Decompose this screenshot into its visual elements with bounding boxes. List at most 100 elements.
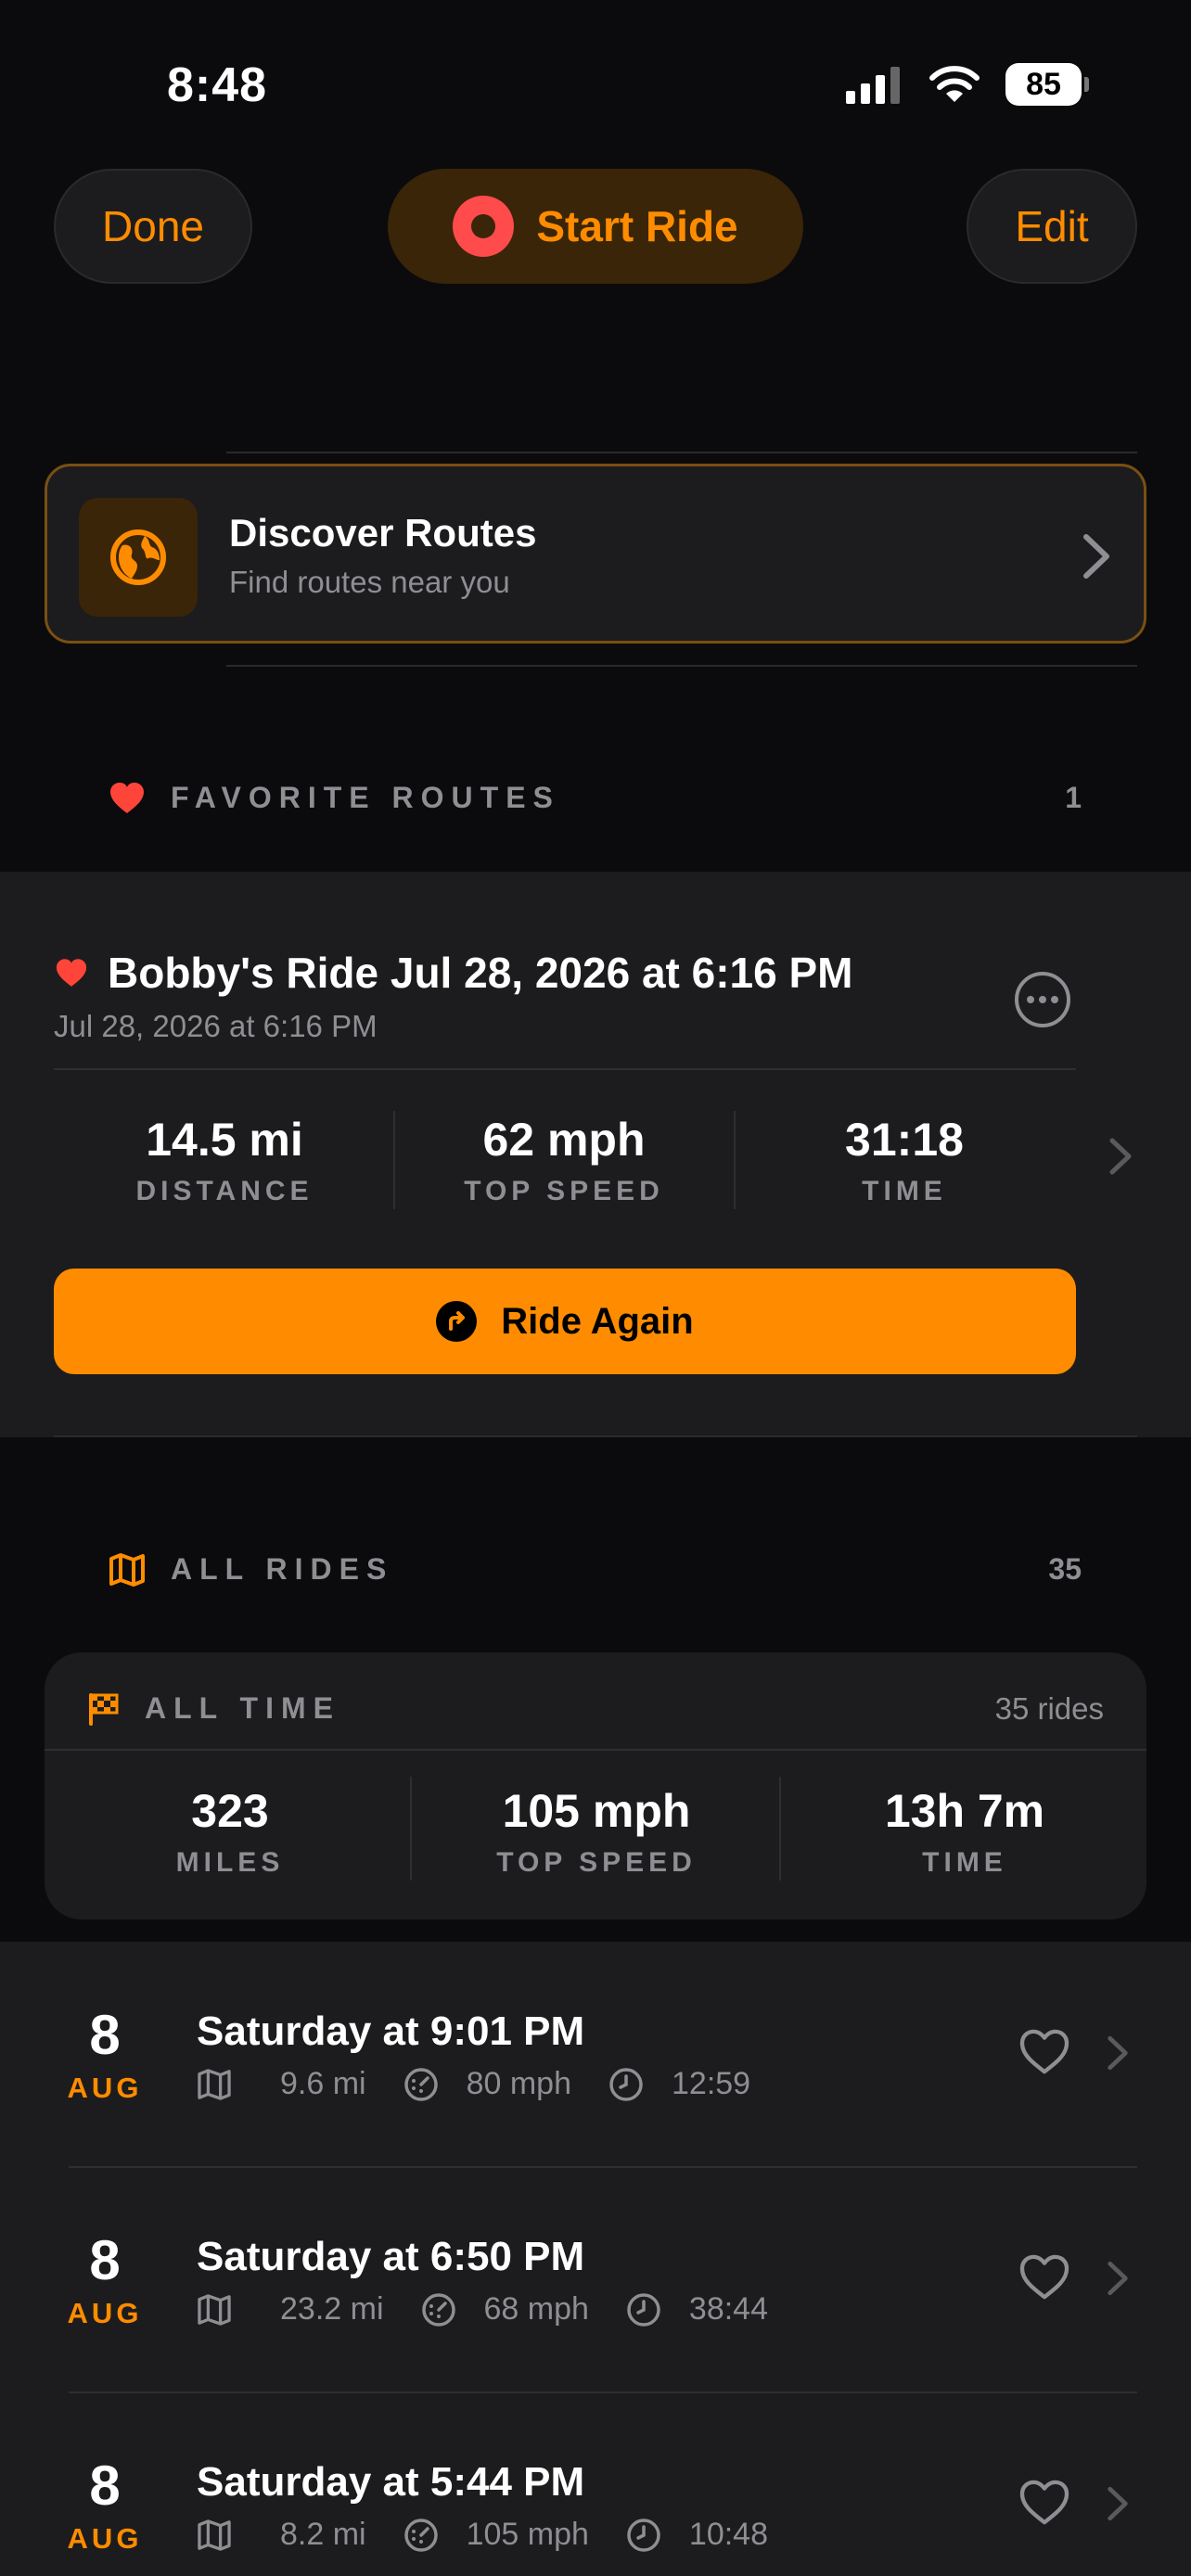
ride-distance: 8.2 mi xyxy=(280,2517,366,2552)
clock-icon xyxy=(609,2067,643,2101)
stat-value: 62 mph xyxy=(482,1114,646,1166)
discover-subtitle: Find routes near you xyxy=(229,565,510,599)
ride-speed: 80 mph xyxy=(466,2066,571,2101)
ride-time: 10:48 xyxy=(688,2517,769,2552)
clock-icon xyxy=(627,2518,660,2552)
ride-month: AUG xyxy=(67,2522,143,2555)
chevron-right-icon xyxy=(1108,2261,1128,2296)
stat-distance: 14.5 mi DISTANCE xyxy=(76,1113,373,1207)
ride-title: Saturday at 9:01 PM xyxy=(197,2009,585,2054)
ride-day: 8 xyxy=(89,2455,121,2517)
done-button[interactable]: Done xyxy=(54,169,252,284)
clock-icon xyxy=(627,2292,660,2327)
all-rides-label: ALL RIDES xyxy=(171,1552,394,1586)
stat-label: DISTANCE xyxy=(135,1176,314,1206)
divider xyxy=(54,1435,1137,1437)
stat-label: TIME xyxy=(862,1176,947,1206)
start-ride-button[interactable]: Start Ride xyxy=(388,169,803,284)
ride-month: AUG xyxy=(67,2072,143,2104)
ride-day: 8 xyxy=(89,2229,121,2291)
speedometer-icon xyxy=(421,2292,455,2327)
ride-again-label: Ride Again xyxy=(501,1300,694,1342)
map-icon xyxy=(198,2519,231,2551)
battery-icon: 85 xyxy=(1005,63,1089,106)
stat-miles: 323 MILES xyxy=(54,1784,406,1879)
stat-label: MILES xyxy=(175,1847,285,1878)
map-icon xyxy=(198,2068,231,2100)
divider xyxy=(54,1068,1076,1070)
favorite-route-title: Bobby's Ride Jul 28, 2026 at 6:16 PM xyxy=(108,949,853,997)
ride-meta: 9.6 mi 80 mph 12:59 xyxy=(197,2066,788,2102)
map-icon xyxy=(109,1552,145,1587)
ride-month: AUG xyxy=(67,2297,143,2329)
ride-title: Saturday at 6:50 PM xyxy=(197,2234,585,2279)
more-icon[interactable] xyxy=(1015,972,1070,1027)
discover-title: Discover Routes xyxy=(229,511,537,555)
stat-label: TOP SPEED xyxy=(496,1847,697,1878)
ride-again-icon xyxy=(436,1301,478,1342)
status-bar: 8:48 85 xyxy=(0,0,1191,167)
stat-time: 31:18 TIME xyxy=(756,1113,1053,1207)
chevron-right-icon[interactable] xyxy=(1108,1137,1133,1176)
ride-day: 8 xyxy=(89,2004,121,2066)
ride-time: 12:59 xyxy=(672,2066,751,2101)
ride-distance: 23.2 mi xyxy=(280,2291,384,2327)
heart-icon xyxy=(56,958,87,987)
ride-row[interactable]: 8 AUG Saturday at 9:01 PM 9.6 mi 80 mph … xyxy=(0,1942,1191,2166)
edit-button[interactable]: Edit xyxy=(967,169,1137,284)
favorite-routes-header: FAVORITE ROUTES xyxy=(109,781,560,815)
ride-speed: 105 mph xyxy=(466,2517,589,2552)
heart-outline-icon[interactable] xyxy=(1018,2480,1070,2526)
stat-value: 14.5 mi xyxy=(146,1114,303,1166)
stat-value: 105 mph xyxy=(502,1785,691,1837)
discover-routes-card[interactable]: Discover Routes Find routes near you xyxy=(45,464,1146,644)
ride-again-button[interactable]: Ride Again xyxy=(54,1269,1076,1374)
divider xyxy=(226,452,1137,453)
wifi-icon xyxy=(929,66,980,102)
start-ride-label: Start Ride xyxy=(536,202,738,250)
ride-meta: 8.2 mi 105 mph 10:48 xyxy=(197,2517,805,2553)
chevron-right-icon xyxy=(1083,534,1109,579)
all-time-card: ALL TIME 35 rides 323 MILES 105 mph TOP … xyxy=(45,1652,1146,1919)
ride-speed: 68 mph xyxy=(483,2291,589,2327)
stat-value: 31:18 xyxy=(845,1114,964,1166)
stat-top-speed: 62 mph TOP SPEED xyxy=(416,1113,712,1207)
all-time-ride-count: 35 rides xyxy=(994,1691,1104,1726)
heart-icon xyxy=(110,782,144,813)
speedometer-icon xyxy=(403,2518,438,2552)
ride-row[interactable]: 8 AUG Saturday at 5:44 PM 8.2 mi 105 mph… xyxy=(0,2392,1191,2576)
favorite-routes-label: FAVORITE ROUTES xyxy=(171,781,560,814)
stat-label: TIME xyxy=(922,1847,1007,1878)
all-rides-count: 35 xyxy=(1048,1552,1082,1586)
heart-outline-icon[interactable] xyxy=(1018,2029,1070,2075)
divider xyxy=(779,1777,781,1881)
map-icon xyxy=(198,2293,231,2326)
signal-icon xyxy=(846,67,900,104)
chevron-right-icon xyxy=(1108,2035,1128,2071)
divider xyxy=(393,1111,395,1209)
record-icon xyxy=(453,196,515,257)
favorite-route-title-row: Bobby's Ride Jul 28, 2026 at 6:16 PM xyxy=(56,948,852,998)
all-time-label: ALL TIME xyxy=(145,1691,340,1725)
stat-top-speed: 105 mph TOP SPEED xyxy=(420,1784,773,1879)
status-time: 8:48 xyxy=(167,58,268,112)
speedometer-icon xyxy=(403,2067,438,2101)
stat-value: 13h 7m xyxy=(884,1785,1045,1837)
ride-row[interactable]: 8 AUG Saturday at 6:50 PM 23.2 mi 68 mph… xyxy=(0,2167,1191,2391)
ride-title: Saturday at 5:44 PM xyxy=(197,2459,585,2505)
divider xyxy=(45,1749,1146,1751)
divider xyxy=(734,1111,736,1209)
ride-time: 38:44 xyxy=(688,2291,768,2327)
all-rides-header: ALL RIDES xyxy=(109,1552,393,1587)
chevron-right-icon xyxy=(1108,2486,1128,2521)
stat-label: TOP SPEED xyxy=(464,1176,664,1206)
favorite-routes-count: 1 xyxy=(1065,781,1082,814)
ride-meta: 23.2 mi 68 mph 38:44 xyxy=(197,2291,805,2327)
divider xyxy=(410,1777,412,1881)
stat-value: 323 xyxy=(191,1785,269,1837)
status-icons: 85 xyxy=(846,63,1089,106)
heart-outline-icon[interactable] xyxy=(1018,2254,1070,2301)
ride-distance: 9.6 mi xyxy=(280,2066,366,2101)
stat-time: 13h 7m TIME xyxy=(788,1784,1141,1879)
globe-icon xyxy=(79,498,198,617)
